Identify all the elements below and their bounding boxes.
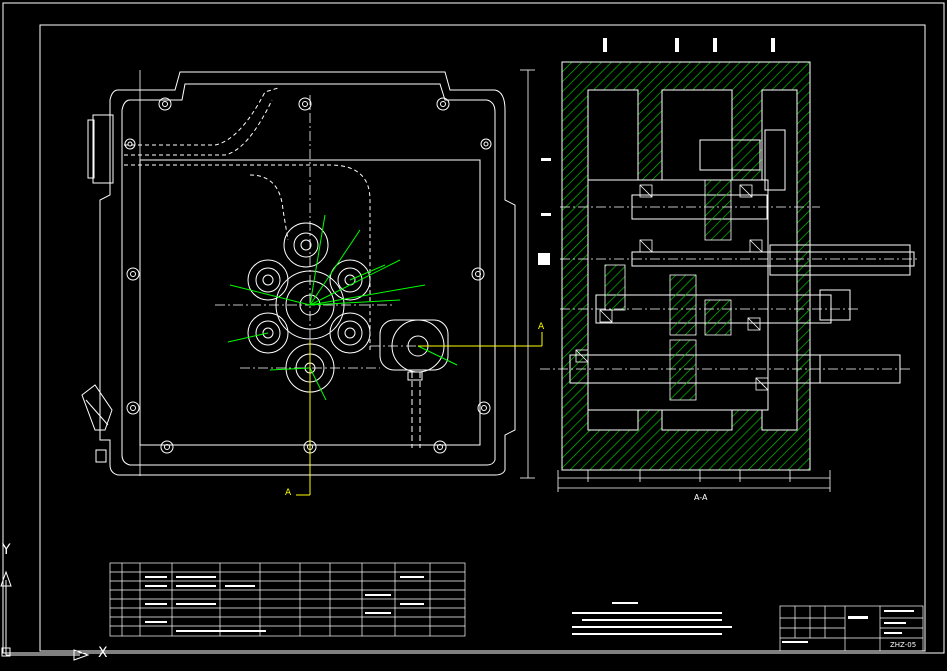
center-lines bbox=[215, 95, 470, 480]
parts-list-table bbox=[109, 562, 466, 637]
drawing-number: ZHZ-05 bbox=[890, 641, 917, 649]
section-mark-a-top: A bbox=[538, 322, 545, 332]
cad-drawing-canvas bbox=[0, 2, 945, 661]
ucs-y-axis-label: Y bbox=[2, 542, 11, 558]
gear-train bbox=[247, 222, 449, 448]
technical-notes bbox=[572, 602, 732, 635]
section-view-title: A-A bbox=[694, 493, 708, 502]
flange-bolt-holes bbox=[124, 97, 492, 454]
ucs-icon bbox=[0, 570, 90, 661]
section-mark-a-bottom: A bbox=[285, 488, 292, 498]
section-view bbox=[538, 38, 920, 492]
parts-list-text-marks bbox=[145, 576, 424, 632]
ucs-x-axis-label: X bbox=[98, 645, 108, 661]
gear-leader-lines bbox=[227, 214, 458, 401]
